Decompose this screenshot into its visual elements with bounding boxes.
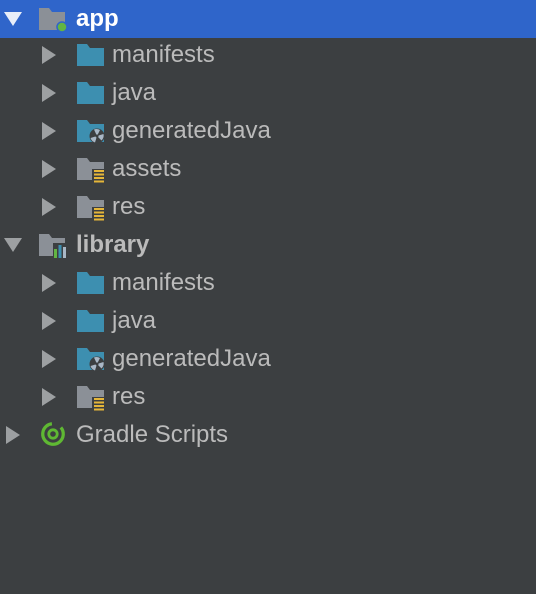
tree-item-generatedjava[interactable]: generatedJava (0, 340, 536, 378)
tree-item-label: res (112, 383, 146, 410)
tree-item-label: manifests (112, 41, 215, 68)
tree-item-label: generatedJava (112, 345, 271, 372)
tree-item-label: app (76, 5, 119, 32)
tree-item-manifests[interactable]: manifests (0, 264, 536, 302)
resource-folder-icon (77, 196, 105, 221)
project-tree: app manifests java generatedJava assets … (0, 0, 536, 594)
tree-item-label: java (112, 307, 157, 334)
tree-item-label: library (76, 231, 150, 258)
chevron-down-icon[interactable] (4, 238, 22, 252)
chevron-down-icon[interactable] (4, 12, 22, 26)
tree-item-java[interactable]: java (0, 74, 536, 112)
tree-item-label: manifests (112, 269, 215, 296)
chevron-right-icon[interactable] (42, 160, 56, 178)
source-folder-icon (77, 82, 104, 104)
tree-item-label: res (112, 193, 146, 220)
tree-item-java[interactable]: java (0, 302, 536, 340)
source-folder-icon (77, 44, 104, 66)
generated-source-folder-icon (77, 348, 105, 372)
chevron-right-icon[interactable] (42, 312, 56, 330)
source-folder-icon (77, 310, 104, 332)
tree-item-res[interactable]: res (0, 378, 536, 416)
tree-item-res[interactable]: res (0, 188, 536, 226)
tree-item-label: assets (112, 155, 182, 182)
tree-item-generatedjava[interactable]: generatedJava (0, 112, 536, 150)
tree-item-manifests[interactable]: manifests (0, 36, 536, 74)
tree-item-library[interactable]: library (0, 226, 536, 264)
resource-folder-icon (77, 386, 105, 411)
source-folder-icon (77, 272, 104, 294)
gradle-icon (41, 422, 65, 446)
tree-item-assets[interactable]: assets (0, 150, 536, 188)
tree-item-label: generatedJava (112, 117, 271, 144)
resource-folder-icon (77, 158, 105, 183)
chevron-right-icon[interactable] (42, 274, 56, 292)
chevron-right-icon[interactable] (42, 122, 56, 140)
generated-source-folder-icon (77, 120, 105, 144)
chevron-right-icon[interactable] (42, 84, 56, 102)
tree-item-app[interactable]: app (0, 0, 536, 38)
chevron-right-icon[interactable] (42, 46, 56, 64)
tree-item-gradle-scripts[interactable]: Gradle Scripts (0, 416, 536, 454)
chevron-right-icon[interactable] (42, 198, 56, 216)
library-module-folder-icon (39, 234, 67, 258)
tree-item-label: Gradle Scripts (76, 421, 229, 448)
chevron-right-icon[interactable] (42, 388, 56, 406)
module-folder-icon (39, 8, 68, 33)
tree-item-label: java (112, 79, 157, 106)
chevron-right-icon[interactable] (6, 426, 20, 444)
chevron-right-icon[interactable] (42, 350, 56, 368)
